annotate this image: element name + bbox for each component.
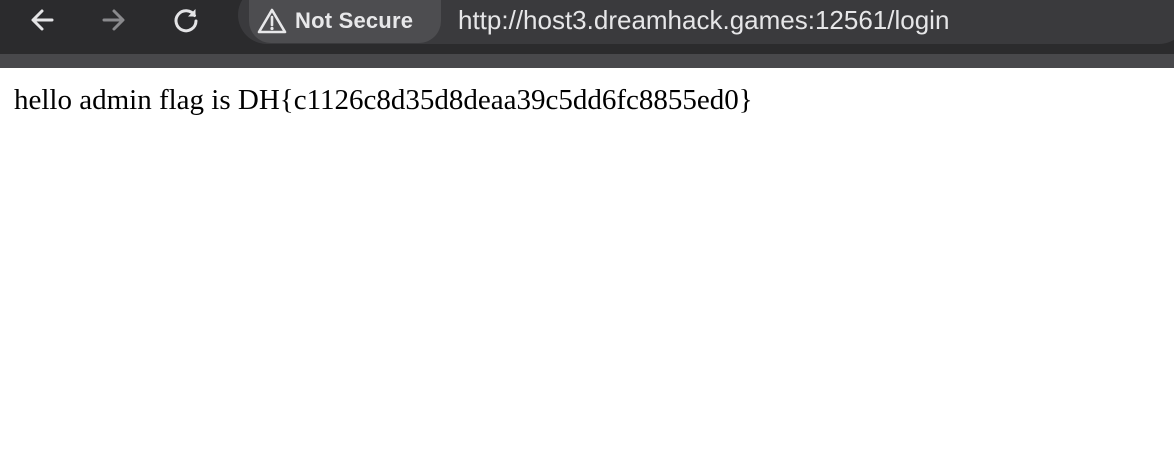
toolbar-bottom-strip [0,54,1174,68]
forward-button[interactable] [96,2,132,38]
warning-triangle-icon [257,8,287,34]
url-text[interactable]: http://host3.dreamhack.games:12561/login [458,3,949,37]
page-message: hello admin flag is DH{c1126c8d35d8deaa3… [14,84,753,116]
reload-button[interactable] [168,2,204,38]
arrow-left-icon [31,9,54,31]
security-label: Not Secure [295,8,414,33]
browser-toolbar: Not Secure http://host3.dreamhack.games:… [0,0,1174,68]
back-button[interactable] [24,2,60,38]
arrow-right-icon [102,9,125,31]
reload-icon [174,9,198,33]
security-indicator[interactable]: Not Secure [249,0,441,43]
